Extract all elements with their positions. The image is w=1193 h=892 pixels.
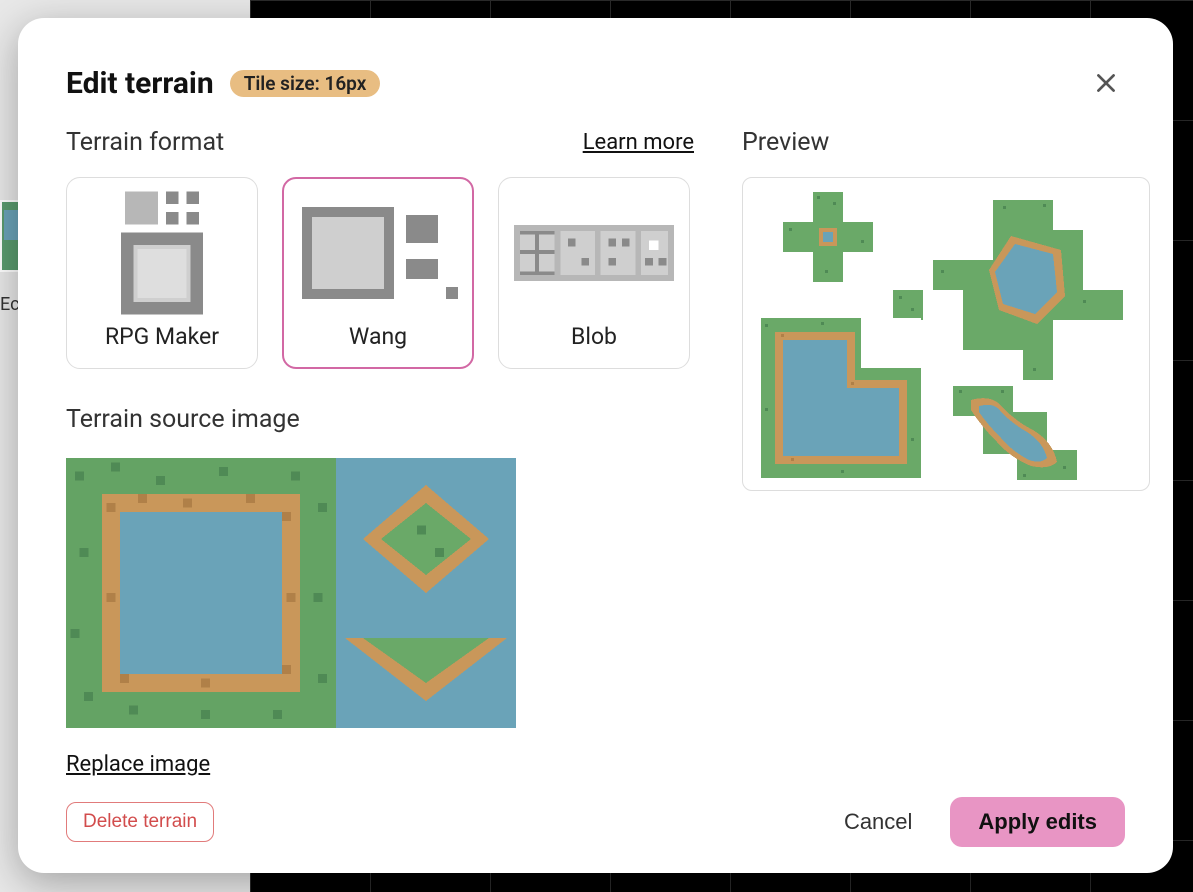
apply-edits-button[interactable]: Apply edits [950,797,1125,847]
format-option-label: RPG Maker [105,323,219,350]
preview-heading: Preview [742,128,829,157]
dialog-title: Edit terrain [66,66,214,101]
close-icon [1093,70,1119,96]
rpg-maker-icon [82,197,242,309]
learn-more-link[interactable]: Learn more [583,130,694,155]
sidebar-terrain-label: Ec [0,294,20,315]
format-option-label: Blob [571,323,617,350]
terrain-format-heading: Terrain format [66,128,224,157]
format-option-wang[interactable]: Wang [282,177,474,369]
close-button[interactable] [1087,64,1125,102]
terrain-source-heading: Terrain source image [66,405,694,434]
tile-size-badge: Tile size: 16px [230,70,381,97]
wang-icon [298,197,458,309]
delete-terrain-button[interactable]: Delete terrain [66,802,214,842]
format-option-blob[interactable]: Blob [498,177,690,369]
terrain-source-image [66,458,516,728]
terrain-format-options: RPG Maker [66,177,694,369]
edit-terrain-dialog: Edit terrain Tile size: 16px Terrain for… [18,18,1173,873]
replace-image-link[interactable]: Replace image [66,752,210,777]
cancel-button[interactable]: Cancel [822,799,934,845]
format-option-rpg-maker[interactable]: RPG Maker [66,177,258,369]
format-option-label: Wang [349,323,407,350]
blob-icon [514,197,674,309]
dialog-footer: Delete terrain Cancel Apply edits [66,777,1125,847]
dialog-header: Edit terrain Tile size: 16px [66,64,1125,102]
terrain-preview [742,177,1150,491]
